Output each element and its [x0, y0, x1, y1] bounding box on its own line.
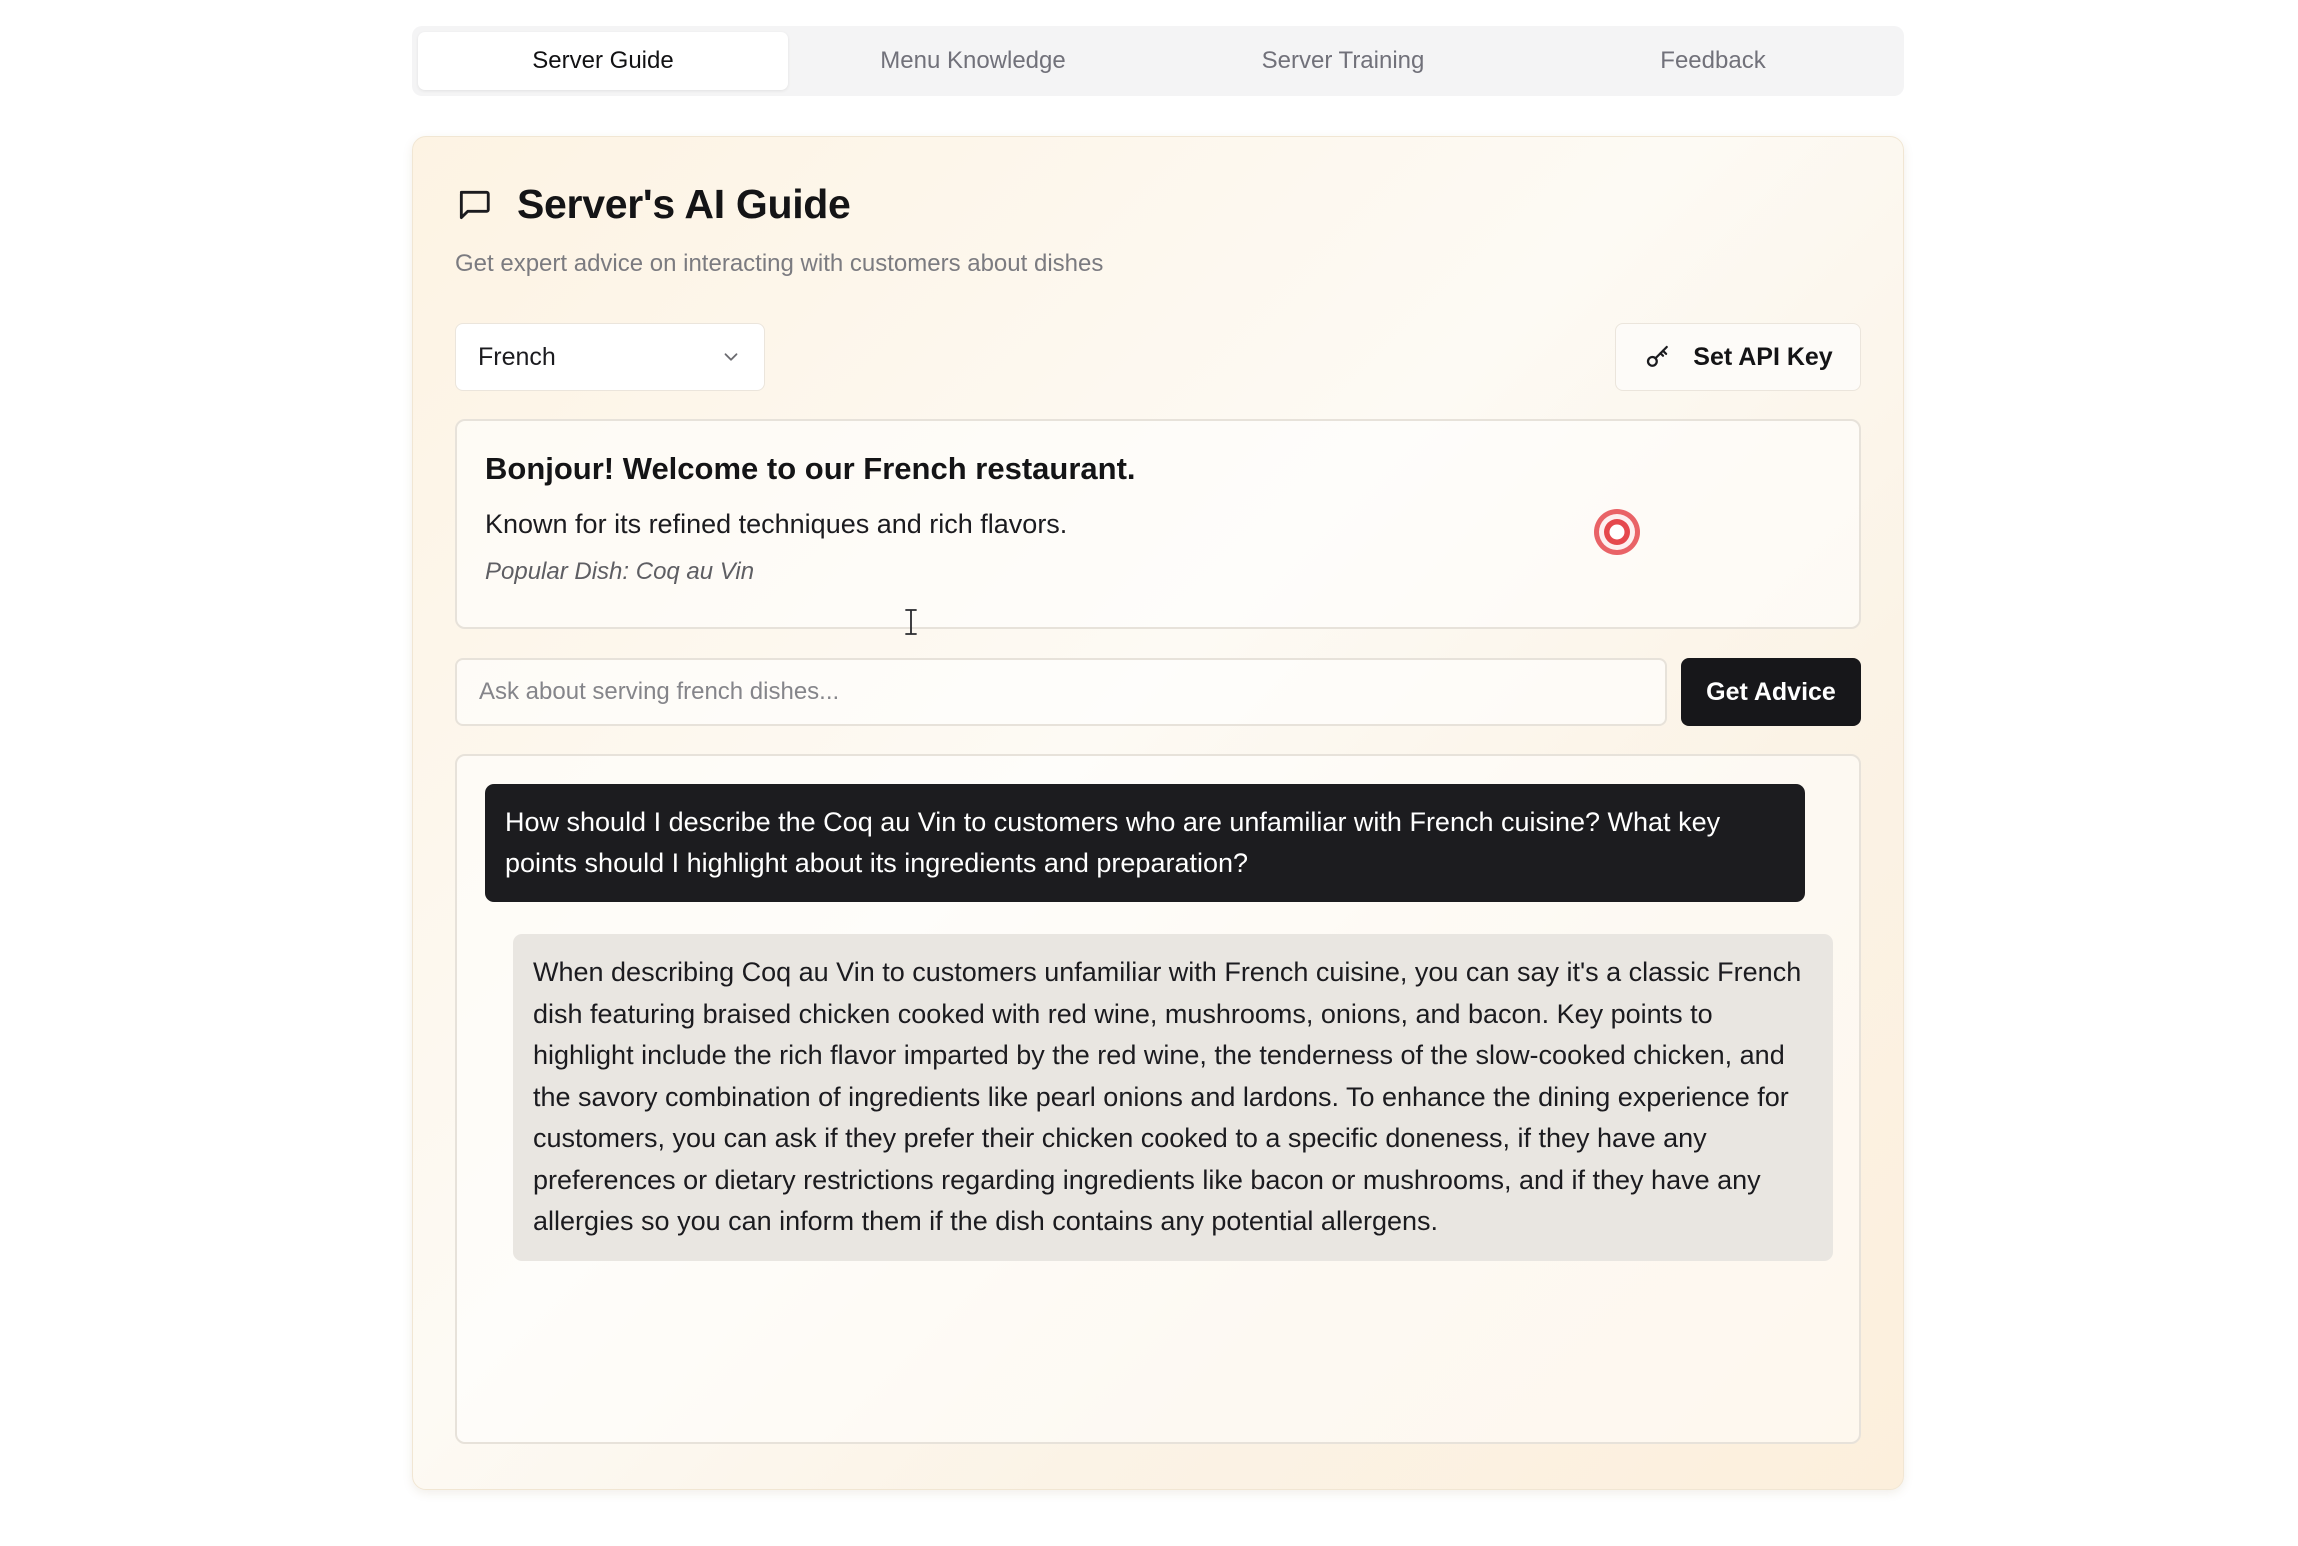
advice-question-input[interactable] [455, 658, 1667, 726]
get-advice-button[interactable]: Get Advice [1681, 658, 1861, 726]
card-header: Server's AI Guide [455, 181, 851, 228]
cuisine-welcome-panel: Bonjour! Welcome to our French restauran… [455, 419, 1861, 629]
record-indicator-icon [1594, 509, 1640, 555]
assistant-message: When describing Coq au Vin to customers … [513, 934, 1833, 1261]
conversation-panel: How should I describe the Coq au Vin to … [455, 754, 1861, 1444]
text-cursor-icon [905, 609, 917, 635]
cuisine-select[interactable]: French [455, 323, 765, 391]
chevron-down-icon [724, 353, 738, 361]
main-tabs: Server Guide Menu Knowledge Server Train… [412, 26, 1904, 96]
page-title: Server's AI Guide [517, 181, 851, 227]
tab-menu-knowledge[interactable]: Menu Knowledge [788, 32, 1158, 90]
key-icon [1647, 345, 1669, 367]
user-message: How should I describe the Coq au Vin to … [485, 784, 1805, 902]
server-guide-card: Server's AI Guide Get expert advice on i… [412, 136, 1904, 1490]
tab-server-guide[interactable]: Server Guide [418, 32, 788, 90]
cuisine-select-value: French [478, 342, 556, 371]
message-square-icon [459, 190, 490, 219]
popular-dish: Popular Dish: Coq au Vin [485, 558, 755, 585]
set-api-key-button[interactable]: Set API Key [1615, 323, 1861, 391]
welcome-greeting: Bonjour! Welcome to our French restauran… [485, 451, 1136, 486]
tab-feedback[interactable]: Feedback [1528, 32, 1898, 90]
page-subtitle: Get expert advice on interacting with cu… [455, 250, 1104, 277]
set-api-key-label: Set API Key [1693, 342, 1833, 371]
tab-server-training[interactable]: Server Training [1158, 32, 1528, 90]
